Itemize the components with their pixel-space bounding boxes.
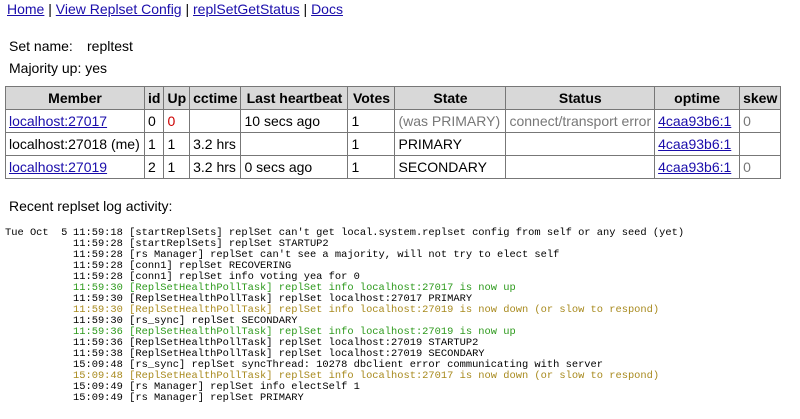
set-name-label: Set name:: [9, 38, 73, 54]
top-nav: Home | View Replset Config | replSetGetS…: [7, 1, 343, 17]
optime-cell: 4caa93b6:1: [654, 155, 741, 179]
col-header-votes: Votes: [347, 86, 396, 110]
table-row: localhost:27019 2 1 3.2 hrs 0 secs ago 1…: [5, 155, 782, 179]
up-cell: 0: [163, 109, 191, 133]
members-table: Member id Up cctime Last heartbeat Votes…: [5, 86, 782, 179]
replsetgetstatus-link[interactable]: replSetGetStatus: [193, 1, 300, 17]
table-header-row: Member id Up cctime Last heartbeat Votes…: [5, 86, 782, 110]
majority-row: Majority up: yes: [9, 60, 107, 76]
votes-cell: 1: [347, 109, 396, 133]
col-header-cctime: cctime: [189, 86, 242, 110]
log-line: 15:09:49 [rs Manager] replSet PRIMARY: [5, 393, 684, 404]
member-cell: localhost:27018 (me): [5, 132, 145, 156]
log-text: 15:09:49 [rs Manager] replSet PRIMARY: [73, 392, 304, 404]
docs-link[interactable]: Docs: [311, 1, 343, 17]
optime-link[interactable]: 4caa93b6:1: [658, 113, 731, 129]
status-cell: connect/transport error: [505, 109, 656, 133]
votes-cell: 1: [347, 155, 396, 179]
member-link[interactable]: localhost:27019: [9, 159, 107, 175]
col-header-status: Status: [505, 86, 656, 110]
set-name-value: repltest: [87, 38, 133, 54]
id-cell: 0: [143, 109, 165, 133]
skew-cell: 0: [739, 109, 782, 133]
id-cell: 1: [143, 132, 165, 156]
optime-link[interactable]: 4caa93b6:1: [658, 159, 731, 175]
cctime-cell: 3.2 hrs: [189, 132, 242, 156]
heartbeat-cell: 10 secs ago: [240, 109, 349, 133]
id-cell: 2: [143, 155, 165, 179]
state-cell: (was PRIMARY): [394, 109, 507, 133]
col-header-id: id: [143, 86, 165, 110]
nav-separator: |: [185, 1, 190, 17]
log-output: Tue Oct 5 11:59:18 [startReplSets] replSe…: [5, 228, 684, 404]
col-header-last-heartbeat: Last heartbeat: [240, 86, 349, 110]
optime-link[interactable]: 4caa93b6:1: [658, 136, 731, 152]
nav-separator: |: [48, 1, 52, 17]
state-cell: SECONDARY: [394, 155, 507, 179]
table-row: localhost:27018 (me) 1 1 3.2 hrs 1 PRIMA…: [5, 132, 782, 156]
nav-separator: |: [303, 1, 308, 17]
status-cell: [505, 132, 656, 156]
member-cell: localhost:27019: [5, 155, 145, 179]
col-header-state: State: [394, 86, 507, 110]
member-link[interactable]: localhost:27017: [9, 113, 107, 129]
heartbeat-cell: [240, 132, 349, 156]
set-name-row: Set name: repltest: [9, 38, 133, 54]
cctime-cell: 3.2 hrs: [189, 155, 242, 179]
optime-cell: 4caa93b6:1: [654, 132, 741, 156]
col-header-up: Up: [163, 86, 191, 110]
log-title: Recent replset log activity:: [9, 198, 173, 214]
table-row: localhost:27017 0 0 10 secs ago 1 (was P…: [5, 109, 782, 133]
member-cell: localhost:27017: [5, 109, 145, 133]
col-header-skew: skew: [739, 86, 782, 110]
up-cell: 1: [163, 155, 191, 179]
heartbeat-cell: 0 secs ago: [240, 155, 349, 179]
votes-cell: 1: [347, 132, 396, 156]
log-date: Tue Oct 5: [5, 227, 68, 239]
skew-cell: [739, 132, 782, 156]
optime-cell: 4caa93b6:1: [654, 109, 741, 133]
state-cell: PRIMARY: [394, 132, 507, 156]
majority-value: yes: [85, 60, 108, 76]
majority-label: Majority up:: [9, 60, 82, 76]
status-cell: [505, 155, 656, 179]
view-replset-config-link[interactable]: View Replset Config: [56, 1, 182, 17]
col-header-member: Member: [5, 86, 145, 110]
cctime-cell: [189, 109, 242, 133]
col-header-optime: optime: [654, 86, 741, 110]
skew-cell: 0: [739, 155, 782, 179]
up-cell: 1: [163, 132, 191, 156]
home-link[interactable]: Home: [7, 1, 44, 17]
